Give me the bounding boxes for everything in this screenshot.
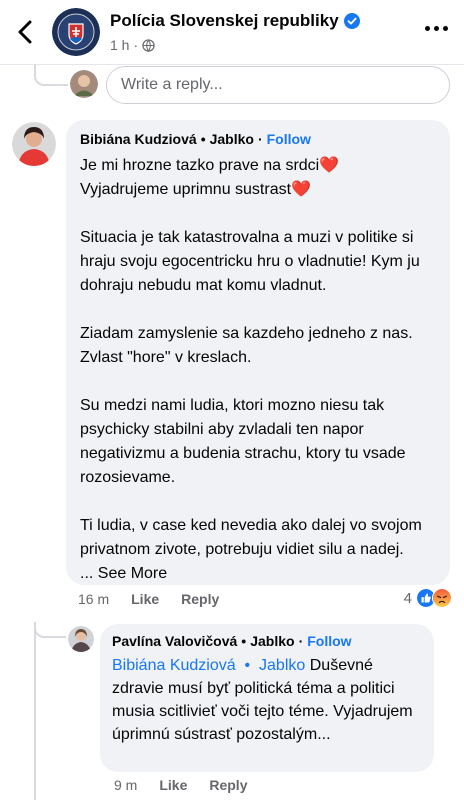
globe-icon xyxy=(142,38,155,52)
heart-emoji-icon: ❤️ xyxy=(319,157,340,174)
verified-badge-icon xyxy=(343,13,360,29)
reaction-summary[interactable]: 4 xyxy=(404,588,452,608)
post-header: Polícia Slovenskej republiky 1 h · xyxy=(0,0,464,64)
reply-button[interactable]: Reply xyxy=(181,591,219,607)
post-meta: 1 h · xyxy=(110,37,155,53)
meta-dot: · xyxy=(133,37,139,53)
page-name[interactable]: Polícia Slovenskej republiky xyxy=(110,11,360,31)
comment-time[interactable]: 16 m xyxy=(78,591,109,607)
thread-line xyxy=(34,622,36,800)
follow-button[interactable]: Follow xyxy=(307,633,351,649)
header-divider xyxy=(0,64,464,65)
current-user-avatar xyxy=(70,70,98,98)
heart-emoji-icon: ❤️ xyxy=(291,181,311,198)
comment-bubble: Bibiána Kudziová • Jablko · Follow Je mi hro… xyxy=(66,120,450,585)
follow-button[interactable]: Follow xyxy=(267,131,311,147)
reply-time[interactable]: 9 m xyxy=(114,777,137,793)
reply-button[interactable]: Reply xyxy=(209,777,247,793)
more-options-icon[interactable] xyxy=(425,26,448,31)
comment-author[interactable]: Bibiána Kudziová xyxy=(80,131,197,147)
comment-text: Je mi hrozne tazko prave na srdci❤️ Vyja… xyxy=(80,157,422,558)
reply-author-avatar[interactable] xyxy=(68,626,94,652)
author-badge: Jablko xyxy=(209,131,254,147)
comment-author-line: Bibiána Kudziová • Jablko · Follow xyxy=(80,131,311,147)
mention-link[interactable]: Bibiána Kudziová • Jablko xyxy=(112,657,305,674)
post-time[interactable]: 1 h xyxy=(110,37,129,53)
back-arrow-icon[interactable] xyxy=(14,18,38,46)
reply-actions: 9 m Like Reply xyxy=(114,777,247,793)
commenter-avatar[interactable] xyxy=(12,122,56,166)
reply-input[interactable]: Write a reply... xyxy=(106,66,450,104)
police-emblem-icon xyxy=(52,8,100,56)
author-badge: Jablko xyxy=(250,633,295,649)
thread-line xyxy=(34,74,68,86)
page-avatar[interactable] xyxy=(52,8,100,56)
thread-line xyxy=(34,64,36,74)
reply-author[interactable]: Pavlína Valovičová xyxy=(112,633,237,649)
like-button[interactable]: Like xyxy=(131,591,159,607)
angry-reaction-icon xyxy=(432,588,452,608)
reply-text: Bibiána Kudziová • Jablko Duševné zdravi… xyxy=(112,657,413,743)
see-more-link[interactable]: ... See More xyxy=(80,562,436,586)
reaction-count: 4 xyxy=(403,589,412,607)
thread-line xyxy=(34,622,66,638)
like-button[interactable]: Like xyxy=(159,777,187,793)
comment-actions: 16 m Like Reply xyxy=(78,591,219,607)
reply-bubble: Pavlína Valovičová • Jablko · Follow Bibiána… xyxy=(100,624,434,772)
reply-author-line: Pavlína Valovičová • Jablko · Follow xyxy=(112,633,352,649)
